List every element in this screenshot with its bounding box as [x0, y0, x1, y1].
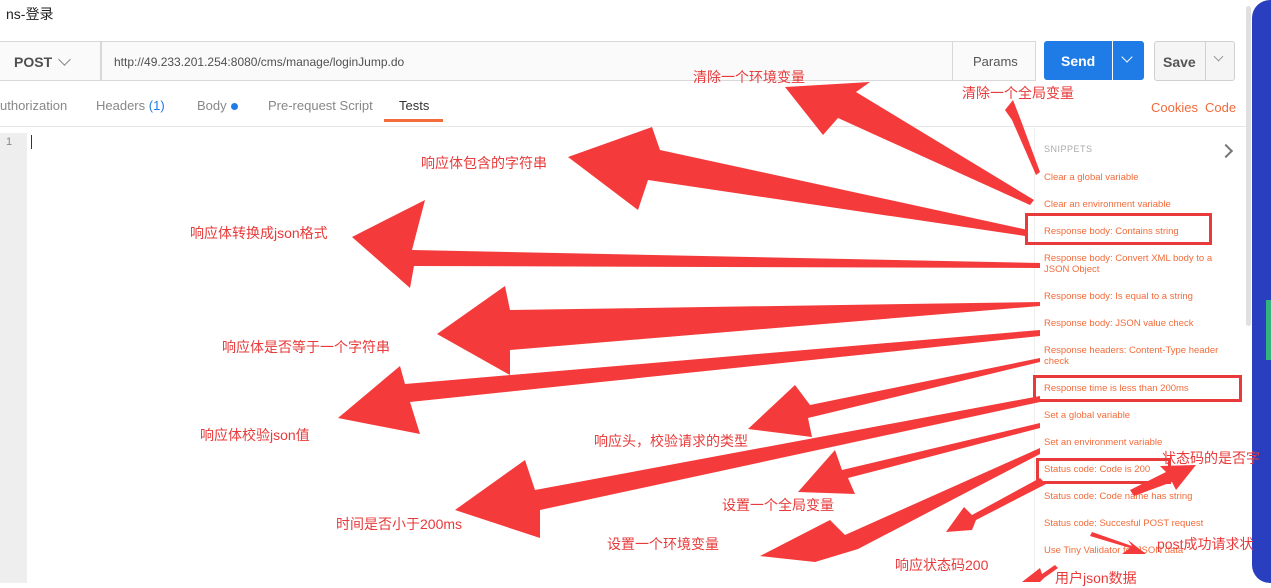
annotation-label: 状态码的是否字	[1162, 450, 1260, 466]
annotation-label: 响应体校验json值	[200, 427, 310, 443]
annotation-label: 响应状态码200	[895, 557, 989, 573]
annotation-label: 时间是否小于200ms	[336, 516, 463, 532]
annotation-label: 响应体转换成json格式	[190, 225, 328, 241]
arrow	[1130, 465, 1196, 496]
annotation-label: 设置一个环境变量	[607, 536, 719, 552]
annotation-arrows	[338, 82, 1196, 582]
arrow	[455, 396, 1040, 538]
annotation-label: post成功请求状	[1157, 536, 1254, 552]
arrow	[1090, 532, 1146, 554]
annotation-label: 设置一个全局变量	[722, 497, 834, 513]
arrow	[798, 423, 1040, 494]
annotation-label: 响应头，校验请求的类型	[594, 433, 748, 449]
annotation-label: 清除一个全局变量	[962, 85, 1074, 101]
annotation-label: 清除一个环境变量	[693, 69, 805, 85]
arrow	[1022, 565, 1058, 582]
annotation-label: 响应体是否等于一个字符串	[222, 339, 390, 355]
arrow	[568, 127, 1028, 236]
arrow	[1005, 100, 1040, 175]
annotation-label: 用户json数据	[1055, 570, 1137, 586]
annotation-label: 响应体包含的字符串	[421, 155, 547, 171]
